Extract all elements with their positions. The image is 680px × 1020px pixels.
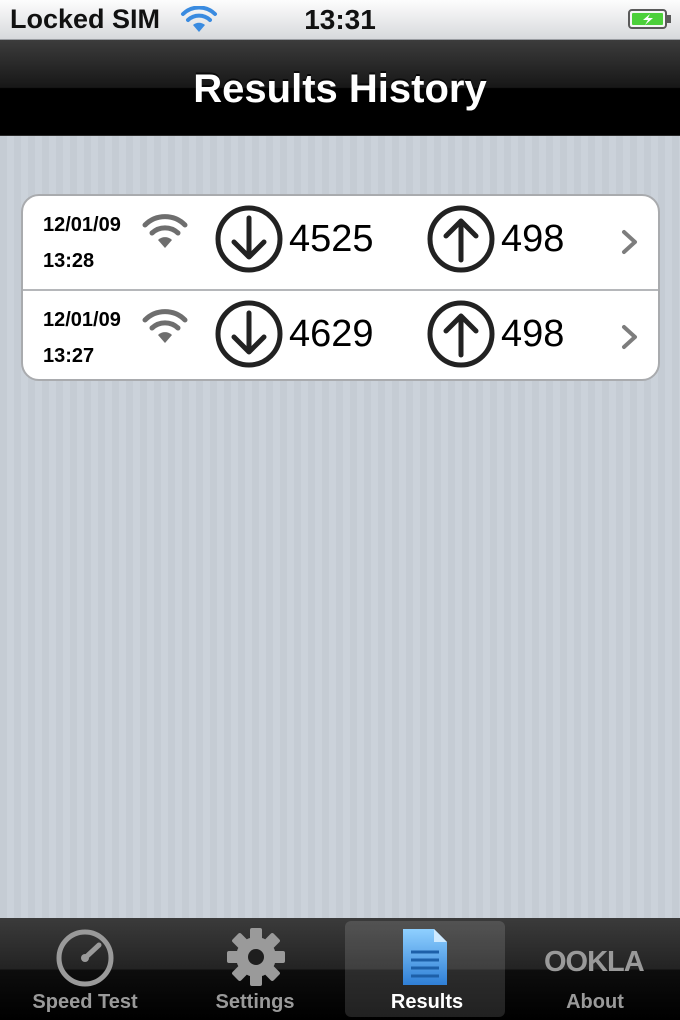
upload-arrow-icon: [427, 300, 495, 368]
gear-icon: [227, 928, 285, 986]
battery-charging-icon: [628, 9, 671, 29]
chevron-right-icon: [622, 325, 637, 349]
upload-speed: 498: [501, 218, 565, 260]
upload-speed: 498: [501, 313, 565, 355]
upload-arrow-icon: [427, 205, 495, 273]
tab-label: Speed Test: [32, 991, 138, 1013]
wifi-icon: [142, 214, 188, 248]
wifi-icon: [142, 309, 188, 343]
result-row[interactable]: 12/01/09 13:27 4629 498: [23, 289, 658, 379]
speedometer-icon: [56, 929, 114, 987]
download-arrow-icon: [215, 300, 283, 368]
status-time: 13:31: [304, 4, 376, 35]
result-row[interactable]: 12/01/09 13:28 4525 498: [23, 196, 658, 289]
tab-speed-test[interactable]: Speed Test: [0, 918, 170, 1020]
tab-label: Settings: [215, 991, 295, 1013]
download-arrow-icon: [215, 205, 283, 273]
status-bar: Locked SIM 13:31: [0, 0, 680, 40]
results-table: 12/01/09 13:28 4525 498 12/01/09 13:27 4…: [21, 194, 660, 381]
result-date: 12/01/09: [43, 309, 121, 331]
tab-label: Results: [390, 991, 464, 1013]
tab-results[interactable]: Results: [342, 918, 512, 1020]
results-content: 12/01/09 13:28 4525 498 12/01/09 13:27 4…: [0, 136, 680, 918]
download-speed: 4525: [289, 218, 374, 260]
result-date: 12/01/09: [43, 214, 121, 236]
result-time: 13:27: [43, 345, 95, 367]
tab-about[interactable]: OOKLA About: [510, 918, 680, 1020]
tab-label: About: [566, 991, 624, 1013]
document-icon: [403, 929, 447, 985]
download-speed: 4629: [289, 313, 374, 355]
tab-settings[interactable]: Settings: [170, 918, 340, 1020]
result-time: 13:28: [43, 250, 95, 272]
navigation-bar: Results History: [0, 40, 680, 136]
chevron-right-icon: [622, 230, 637, 254]
svg-text:OOKLA: OOKLA: [544, 946, 645, 978]
page-title: Results History: [193, 67, 487, 111]
ookla-logo: OOKLA: [544, 946, 646, 978]
tab-bar: Speed Test Settings Results OOKLA About: [0, 918, 680, 1020]
